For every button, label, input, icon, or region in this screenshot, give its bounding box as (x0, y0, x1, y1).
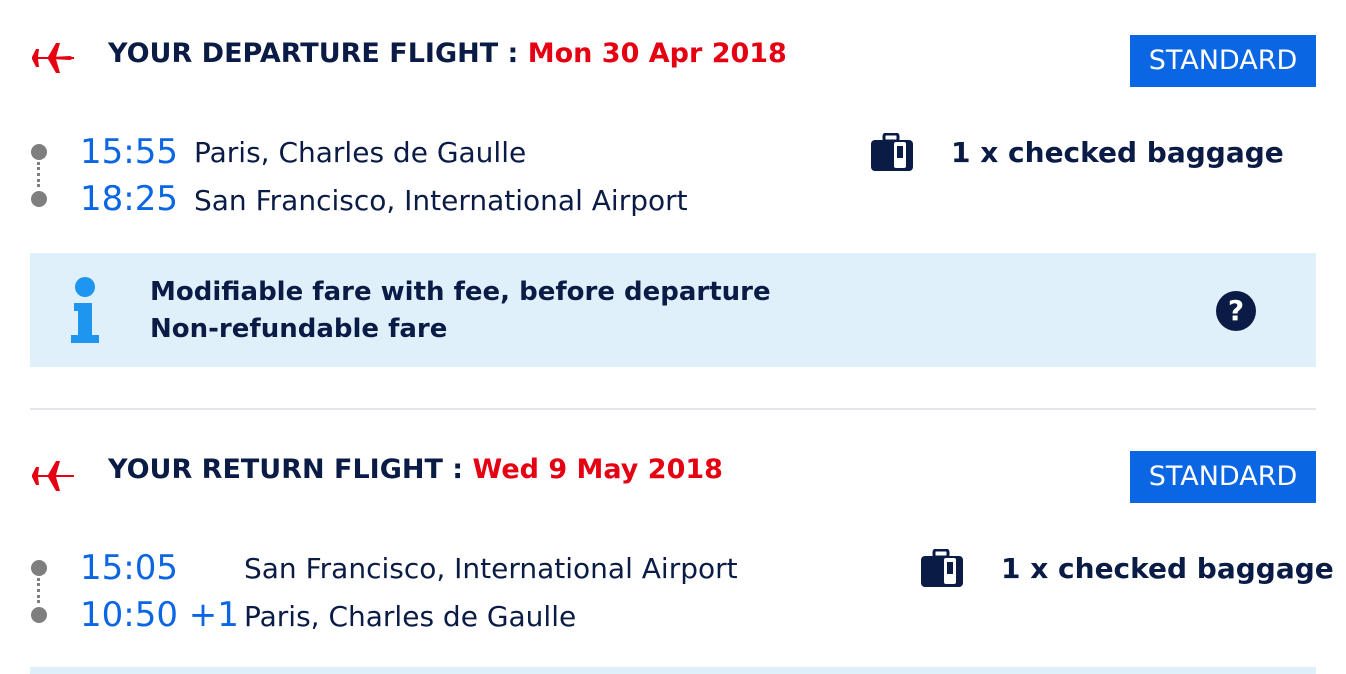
timeline-end-dot (31, 191, 47, 207)
timeline-start-dot (31, 144, 47, 160)
fare-conditions-box: Modifiable fare with fee, before departu… (30, 253, 1316, 367)
return-date: Wed 9 May 2018 (472, 454, 723, 485)
departure-dep-time: 15:55 (80, 132, 178, 172)
departure-arr-place: San Francisco, International Airport (194, 184, 688, 217)
return-heading: YOUR RETURN FLIGHT : Wed 9 May 2018 (108, 454, 723, 485)
return-arr-place: Paris, Charles de Gaulle (244, 600, 577, 633)
plane-icon (32, 461, 74, 491)
departure-heading: YOUR DEPARTURE FLIGHT : Mon 30 Apr 2018 (108, 38, 787, 69)
departure-dep-place: Paris, Charles de Gaulle (194, 136, 527, 169)
baggage-icon (871, 133, 913, 171)
return-dep-time: 15:05 (80, 548, 178, 588)
return-fare-class-badge: STANDARD (1130, 451, 1316, 503)
departure-arr-time: 18:25 (80, 179, 178, 219)
fare-conditions-box (30, 667, 1316, 674)
return-heading-label: YOUR RETURN FLIGHT : (108, 454, 473, 485)
plane-icon (32, 43, 74, 73)
timeline-connector (37, 162, 43, 187)
return-baggage: 1 x checked baggage (1001, 552, 1334, 585)
baggage-icon (921, 549, 963, 587)
fare-condition-refund: Non-refundable fare (150, 314, 448, 344)
help-icon[interactable]: ? (1216, 291, 1256, 331)
timeline-start-dot (31, 560, 47, 576)
timeline-end-dot (31, 607, 47, 623)
info-icon (71, 277, 99, 343)
return-dep-place: San Francisco, International Airport (244, 552, 738, 585)
timeline-connector (37, 578, 43, 603)
departure-heading-label: YOUR DEPARTURE FLIGHT : (108, 38, 528, 69)
section-divider (30, 408, 1316, 410)
departure-baggage: 1 x checked baggage (951, 136, 1284, 169)
return-arr-time: 10:50 +1 (80, 595, 239, 635)
departure-date: Mon 30 Apr 2018 (527, 38, 787, 69)
fare-condition-modifiable: Modifiable fare with fee, before departu… (150, 277, 771, 307)
departure-fare-class-badge: STANDARD (1130, 35, 1316, 87)
